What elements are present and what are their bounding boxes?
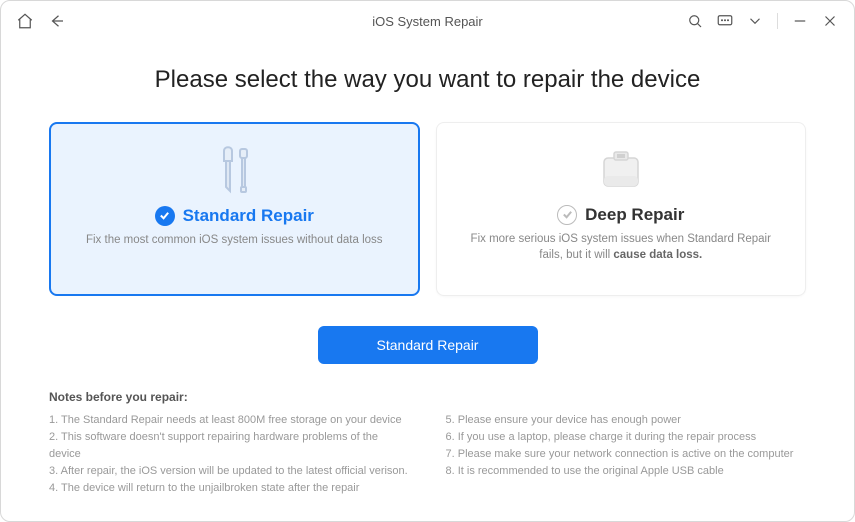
separator	[777, 13, 778, 29]
search-icon[interactable]	[683, 9, 707, 33]
standard-title-row: Standard Repair	[155, 206, 314, 226]
app-window: iOS System Repair Please select the way …	[0, 0, 855, 522]
deep-title: Deep Repair	[585, 205, 684, 225]
option-cards: Standard Repair Fix the most common iOS …	[49, 122, 806, 296]
standard-repair-card[interactable]: Standard Repair Fix the most common iOS …	[49, 122, 420, 296]
standard-title: Standard Repair	[183, 206, 314, 226]
notes-left: 1. The Standard Repair needs at least 80…	[49, 412, 410, 497]
check-outline-icon	[557, 205, 577, 225]
deep-desc-bold: cause data loss.	[613, 249, 702, 261]
check-filled-icon	[155, 206, 175, 226]
notes-title: Notes before you repair:	[49, 390, 806, 404]
titlebar-right	[683, 9, 842, 33]
titlebar-left	[13, 9, 69, 33]
note-item: 1. The Standard Repair needs at least 80…	[49, 412, 410, 429]
notes-section: Notes before you repair: 1. The Standard…	[49, 390, 806, 497]
note-item: 2. This software doesn't support repairi…	[49, 429, 410, 463]
note-item: 4. The device will return to the unjailb…	[49, 480, 410, 497]
tools-icon	[204, 142, 264, 198]
note-item: 3. After repair, the iOS version will be…	[49, 463, 410, 480]
note-item: 8. It is recommended to use the original…	[446, 463, 807, 480]
main-content: Please select the way you want to repair…	[1, 42, 854, 521]
deep-repair-card[interactable]: Deep Repair Fix more serious iOS system …	[436, 122, 807, 296]
notes-right: 5. Please ensure your device has enough …	[446, 412, 807, 497]
deep-title-row: Deep Repair	[557, 205, 684, 225]
standard-desc: Fix the most common iOS system issues wi…	[86, 232, 383, 249]
notes-columns: 1. The Standard Repair needs at least 80…	[49, 412, 806, 497]
note-item: 7. Please make sure your network connect…	[446, 446, 807, 463]
deep-desc: Fix more serious iOS system issues when …	[465, 231, 778, 264]
home-icon[interactable]	[13, 9, 37, 33]
standard-repair-button[interactable]: Standard Repair	[318, 326, 538, 364]
note-item: 5. Please ensure your device has enough …	[446, 412, 807, 429]
chevron-down-icon[interactable]	[743, 9, 767, 33]
close-icon[interactable]	[818, 9, 842, 33]
titlebar: iOS System Repair	[1, 1, 854, 42]
feedback-icon[interactable]	[713, 9, 737, 33]
minimize-icon[interactable]	[788, 9, 812, 33]
page-heading: Please select the way you want to repair…	[49, 66, 806, 94]
note-item: 6. If you use a laptop, please charge it…	[446, 429, 807, 446]
disk-icon	[591, 141, 651, 197]
back-icon[interactable]	[45, 9, 69, 33]
